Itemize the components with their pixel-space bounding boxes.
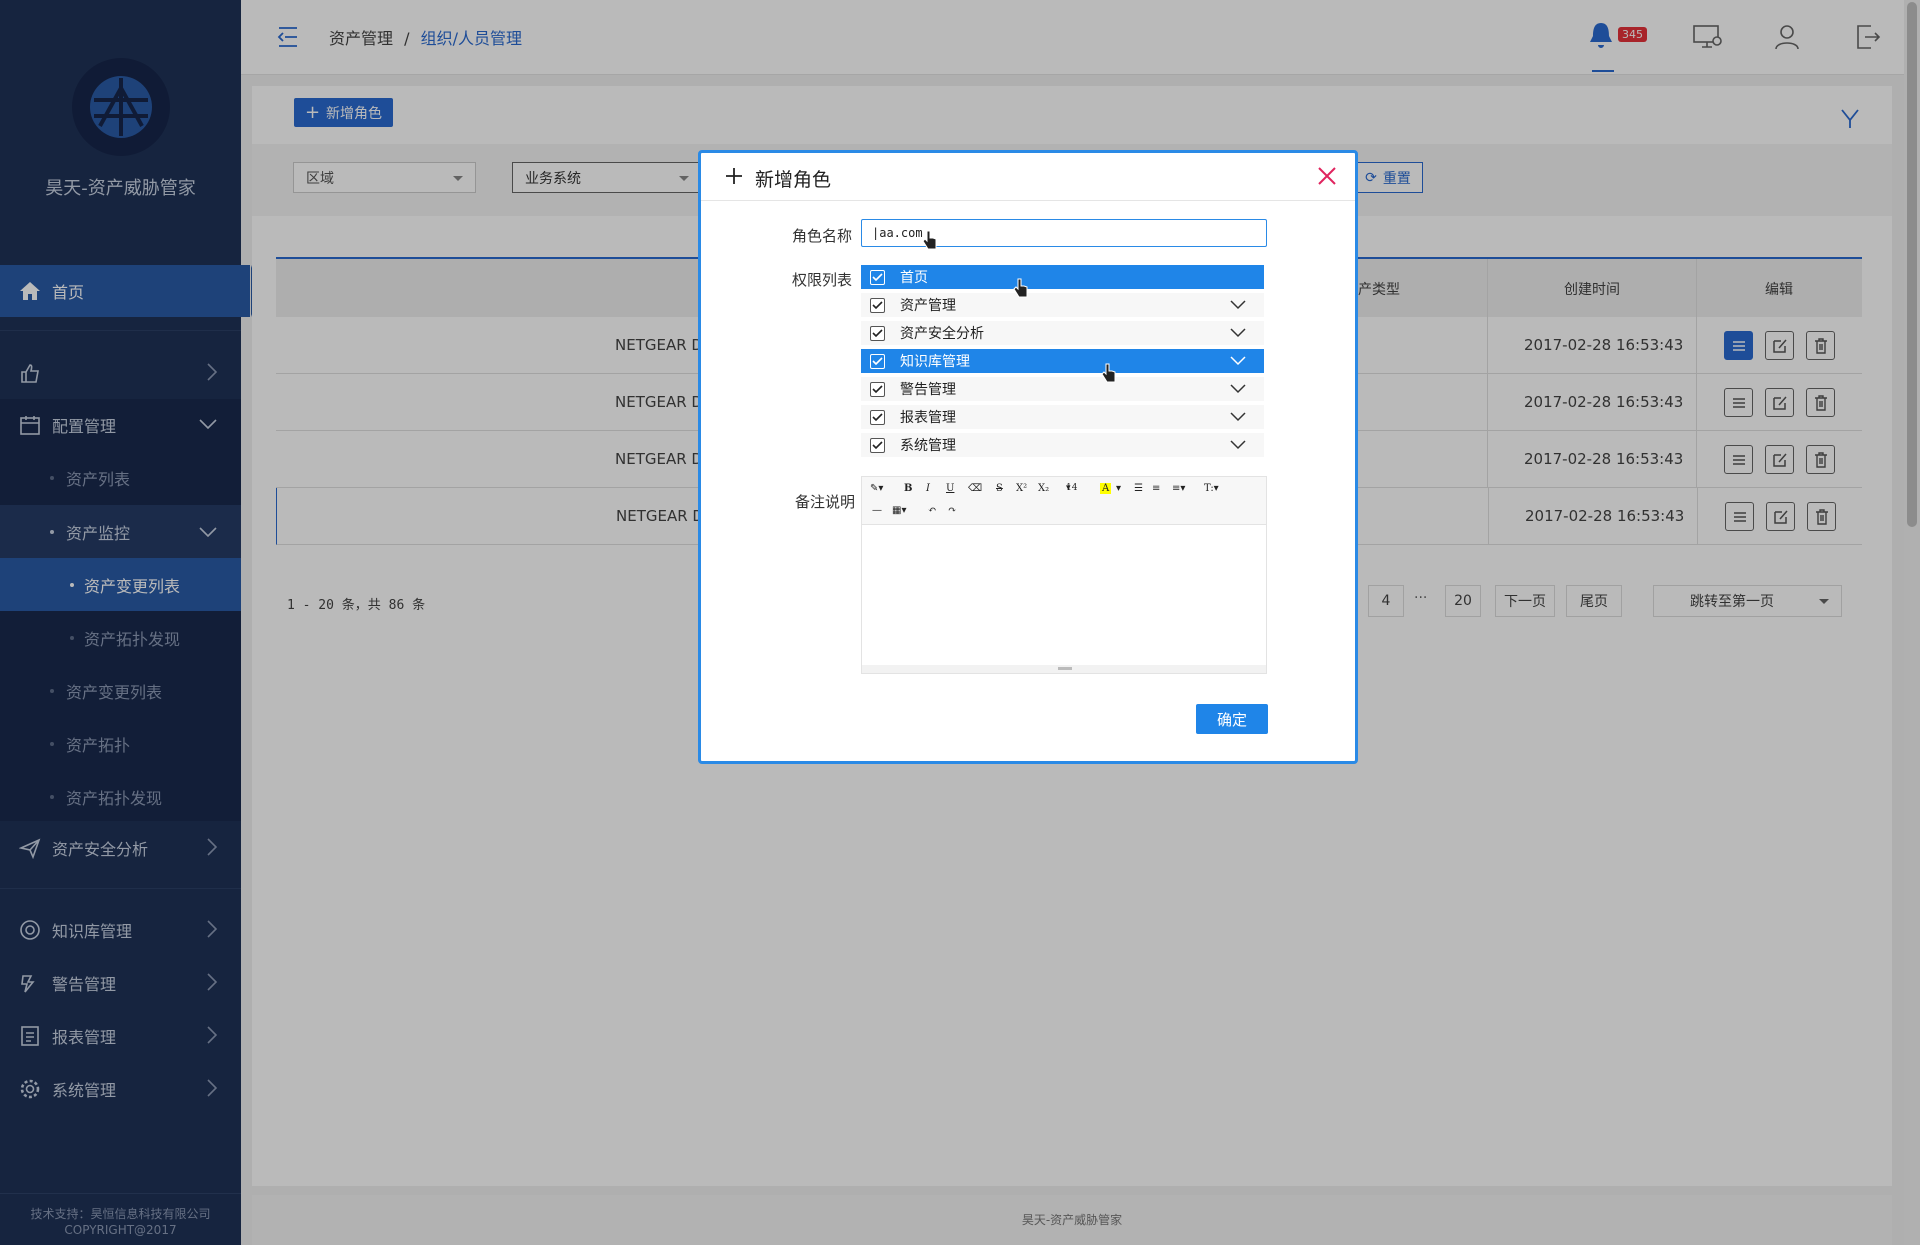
modal-header: 新增角色 [701,153,1355,201]
hand-cursor-icon [922,230,937,250]
rich-text-editor[interactable]: ✎▾ B I U ⌫ S X² X₂ 14 ▾ A ▾ ☰ ≡ ≡▾ T:▾ — … [861,476,1267,674]
font-size-select[interactable]: 14 ▾ [1066,483,1077,493]
hand-cursor-icon [1013,278,1028,298]
checkbox-checked[interactable] [870,437,885,453]
chevron-down-icon[interactable] [1230,440,1246,450]
chevron-down-icon[interactable] [1230,300,1246,310]
strikethrough-icon[interactable]: S [996,483,1003,494]
close-icon[interactable] [1317,166,1337,186]
confirm-button[interactable]: 确定 [1196,704,1268,734]
italic-icon[interactable]: I [926,483,930,494]
table-icon[interactable]: ▦▾ [892,505,906,516]
chevron-down-icon[interactable] [1230,356,1246,366]
checkbox-checked[interactable] [870,353,885,369]
add-role-modal: 新增角色 角色名称 |aa.com 权限列表 首页 资产管理 资产安全分析 知识… [698,150,1358,764]
checkbox-checked[interactable] [870,325,885,341]
perm-item-asset[interactable]: 资产管理 [861,293,1264,319]
checkbox-checked[interactable] [870,381,885,397]
perm-item-report[interactable]: 报表管理 [861,405,1264,431]
modal-title: 新增角色 [755,169,832,191]
chevron-down-icon[interactable] [1230,412,1246,422]
chevron-down-icon[interactable] [1230,328,1246,338]
perm-item-knowledge[interactable]: 知识库管理 [861,349,1264,375]
role-name-label: 角色名称 [792,227,853,245]
unordered-list-icon[interactable]: ☰ [1134,483,1143,494]
highlight-icon[interactable]: A [1100,483,1112,494]
perm-item-security[interactable]: 资产安全分析 [861,321,1264,347]
horizontal-rule-icon[interactable]: — [872,505,882,516]
note-label: 备注说明 [795,493,856,511]
text-style-icon[interactable]: T:▾ [1204,483,1219,494]
perm-list-label: 权限列表 [792,271,853,289]
chevron-down-icon[interactable] [1230,384,1246,394]
subscript-icon[interactable]: X₂ [1038,483,1049,494]
hand-cursor-icon [1101,363,1116,383]
perm-item-home[interactable]: 首页 [861,265,1264,291]
eraser-icon[interactable]: ⌫ [968,483,982,494]
magic-wand-icon[interactable]: ✎▾ [870,483,883,494]
perm-item-system[interactable]: 系统管理 [861,433,1264,459]
perm-item-alert[interactable]: 警告管理 [861,377,1264,403]
checkbox-checked[interactable] [870,269,885,285]
align-icon[interactable]: ≡▾ [1172,483,1185,494]
color-dropdown-icon[interactable]: ▾ [1116,483,1121,494]
undo-icon[interactable]: ↶ [928,505,936,516]
ordered-list-icon[interactable]: ≡ [1152,483,1160,494]
editor-resize-handle[interactable] [862,665,1266,673]
superscript-icon[interactable]: X² [1016,483,1027,494]
checkbox-checked[interactable] [870,297,885,313]
bold-icon[interactable]: B [904,483,912,494]
redo-icon[interactable]: ↷ [948,505,956,516]
editor-toolbar: ✎▾ B I U ⌫ S X² X₂ 14 ▾ A ▾ ☰ ≡ ≡▾ T:▾ — … [862,477,1266,525]
underline-icon[interactable]: U [946,483,954,494]
checkbox-checked[interactable] [870,409,885,425]
plus-icon [726,168,742,184]
